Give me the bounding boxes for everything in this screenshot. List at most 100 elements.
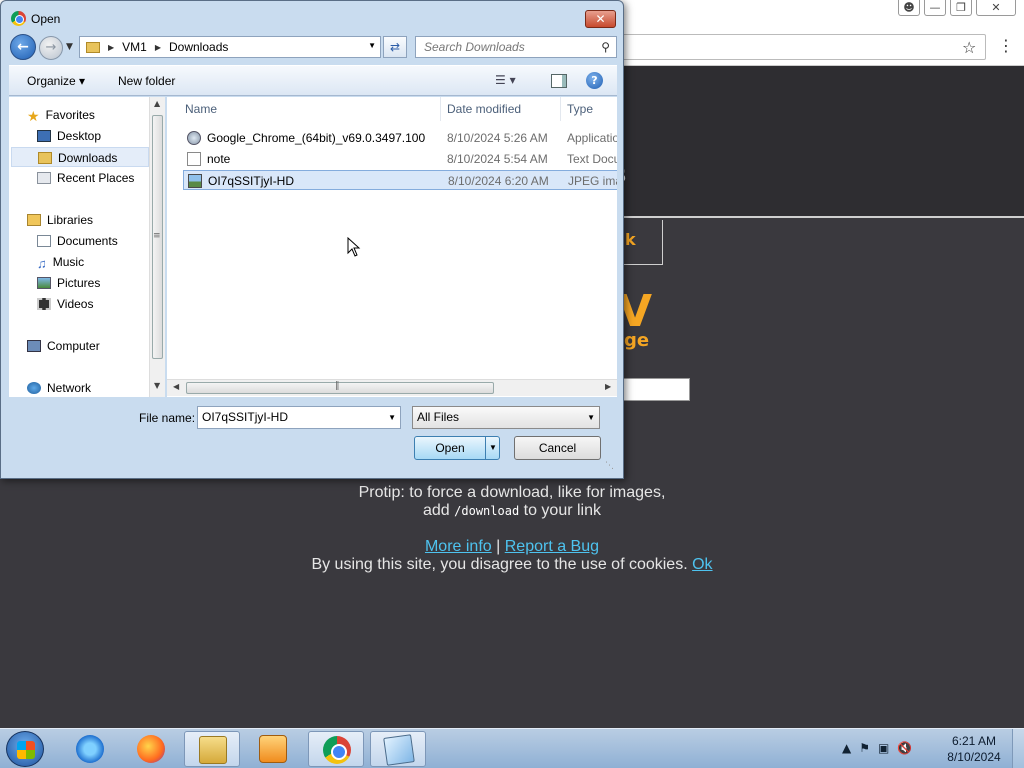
cookie-ok-link[interactable]: Ok <box>692 556 712 573</box>
report-bug-link[interactable]: Report a Bug <box>505 538 599 555</box>
file-row[interactable]: Google_Chrome_(64bit)_v69.0.3497.100 8/1… <box>183 128 617 148</box>
maximize-button[interactable]: ❐ <box>950 0 972 16</box>
show-hidden-icons-icon[interactable]: ▲ <box>842 741 851 755</box>
file-type-value: All Files <box>417 410 460 424</box>
chevron-right-icon[interactable]: ▶ <box>108 43 114 52</box>
organize-button[interactable]: Organize ▾ <box>27 74 85 88</box>
refresh-icon[interactable]: ⇄ <box>383 36 407 58</box>
taskbar-internet-explorer[interactable] <box>62 731 118 767</box>
cancel-button[interactable]: Cancel <box>514 436 601 460</box>
search-icon[interactable]: ⚲ <box>601 37 610 57</box>
hscroll-thumb[interactable] <box>186 382 494 394</box>
nav-pictures[interactable]: Pictures <box>37 273 165 293</box>
start-button[interactable] <box>6 731 44 767</box>
system-tray: ▲ ⚑ ▣ 🔇 <box>842 741 912 755</box>
network-icon <box>27 382 41 394</box>
dialog-close-button[interactable]: ✕ <box>585 10 616 28</box>
address-dropdown-icon[interactable]: ▼ <box>368 41 376 50</box>
column-header-type[interactable]: Type <box>561 97 617 121</box>
nav-favorites-label: Favorites <box>45 108 95 122</box>
recent-pages-chevron-icon[interactable]: ▼ <box>66 42 73 52</box>
open-button[interactable]: Open ▼ <box>414 436 500 460</box>
chrome-icon <box>323 736 351 764</box>
taskbar-chrome[interactable] <box>308 731 364 767</box>
nav-recent-places[interactable]: Recent Places <box>37 168 165 188</box>
breadcrumb-downloads[interactable]: Downloads <box>169 40 228 54</box>
file-name-field[interactable]: OI7qSSITjyI-HD ▼ <box>197 406 401 429</box>
network-status-icon[interactable]: ▣ <box>878 741 889 755</box>
nav-libraries[interactable]: Libraries <box>27 210 165 230</box>
image-file-icon <box>188 174 202 188</box>
open-file-dialog: Open ✕ ← → ▼ ▶ VM1 ▶ Downloads ▼ ⇄ Searc… <box>0 0 624 479</box>
breadcrumb[interactable]: ▶ VM1 ▶ Downloads ▼ <box>79 36 381 58</box>
protip-code: /download <box>454 504 520 518</box>
more-info-link[interactable]: More info <box>425 538 492 555</box>
nav-downloads[interactable]: Downloads <box>11 147 149 167</box>
chevron-right-icon[interactable]: ▶ <box>155 43 161 52</box>
breadcrumb-vm1[interactable]: VM1 <box>122 40 147 54</box>
close-button[interactable]: ✕ <box>976 0 1016 16</box>
nav-computer[interactable]: Computer <box>27 336 165 356</box>
search-input[interactable]: Search Downloads ⚲ <box>415 36 617 58</box>
nav-network[interactable]: Network <box>27 378 165 397</box>
nav-computer-label: Computer <box>47 339 100 353</box>
taskbar-explorer[interactable] <box>184 731 240 767</box>
menu-icon[interactable]: ⋮ <box>998 36 1014 55</box>
forward-arrow-icon[interactable]: → <box>39 36 63 60</box>
nav-pane-scrollbar[interactable]: ▲ ≡ ▼ <box>149 97 165 397</box>
scroll-left-arrow-icon[interactable]: ◀ <box>173 382 179 391</box>
address-bar[interactable] <box>600 34 986 60</box>
protip-text: Protip: to force a download, like for im… <box>312 484 712 520</box>
nav-videos-label: Videos <box>57 297 94 311</box>
star-icon: ★ <box>27 108 40 124</box>
nav-documents[interactable]: Documents <box>37 231 165 251</box>
taskbar-notepad[interactable] <box>370 731 426 767</box>
computer-icon <box>27 340 41 352</box>
file-row-selected[interactable]: OI7qSSITjyI-HD 8/10/2024 6:20 AM JPEG im… <box>183 170 617 190</box>
new-folder-button[interactable]: New folder <box>118 74 175 88</box>
cookie-notice: By using this site, you disagree to the … <box>240 556 784 574</box>
column-header-name[interactable]: Name <box>179 97 441 121</box>
chevron-down-icon[interactable]: ▼ <box>587 407 595 428</box>
preview-pane-icon[interactable] <box>551 74 567 88</box>
help-icon[interactable]: ? <box>586 72 603 89</box>
nav-favorites[interactable]: ★ Favorites <box>27 105 165 125</box>
file-list-hscrollbar[interactable]: ◀ ‖ ▶ <box>167 379 617 396</box>
scroll-right-arrow-icon[interactable]: ▶ <box>605 382 611 391</box>
nav-videos[interactable]: Videos <box>37 294 165 314</box>
scroll-down-arrow-icon[interactable]: ▼ <box>154 381 160 390</box>
profile-icon[interactable]: ☻ <box>898 0 920 16</box>
nav-music[interactable]: ♫ Music <box>37 252 165 272</box>
libraries-icon <box>27 214 41 226</box>
bookmark-star-icon[interactable]: ☆ <box>962 38 976 57</box>
open-split-chevron-icon[interactable]: ▼ <box>485 437 500 459</box>
chevron-down-icon[interactable]: ▼ <box>388 407 396 428</box>
scroll-up-arrow-icon[interactable]: ▲ <box>154 99 160 108</box>
nav-downloads-label: Downloads <box>58 151 118 165</box>
videos-icon <box>37 298 51 310</box>
taskbar: ▲ ⚑ ▣ 🔇 6:21 AM 8/10/2024 <box>0 728 1024 768</box>
firefox-icon <box>137 735 165 763</box>
resize-grip-icon[interactable]: ⋱ <box>605 461 614 471</box>
action-center-flag-icon[interactable]: ⚑ <box>859 741 870 755</box>
change-view-icon[interactable]: ☰ ▾ <box>495 73 516 87</box>
nav-desktop[interactable]: Desktop <box>37 126 165 146</box>
column-header-date[interactable]: Date modified <box>441 97 561 121</box>
file-date: 8/10/2024 5:26 AM <box>447 131 548 145</box>
file-date: 8/10/2024 5:54 AM <box>447 152 548 166</box>
show-desktop-button[interactable] <box>1012 729 1024 768</box>
taskbar-firefox[interactable] <box>123 731 179 767</box>
taskbar-clock[interactable]: 6:21 AM 8/10/2024 <box>934 733 1014 765</box>
file-list: ^ Name Date modified Type Google_Chrome_… <box>167 97 617 397</box>
explorer-folder-icon <box>199 736 227 764</box>
file-row[interactable]: note 8/10/2024 5:54 AM Text Docu <box>183 149 617 169</box>
taskbar-media-player[interactable] <box>245 731 301 767</box>
link-separator: | <box>496 538 501 555</box>
scroll-grip-icon: ≡ <box>153 231 161 241</box>
back-arrow-icon[interactable]: ← <box>10 34 36 60</box>
file-type-select[interactable]: All Files ▼ <box>412 406 600 429</box>
volume-muted-icon[interactable]: 🔇 <box>897 741 912 755</box>
dialog-navbar: ← → ▼ ▶ VM1 ▶ Downloads ▼ ⇄ Search Downl… <box>9 33 617 61</box>
clock-time: 6:21 AM <box>951 734 997 748</box>
minimize-button[interactable]: — <box>924 0 946 16</box>
